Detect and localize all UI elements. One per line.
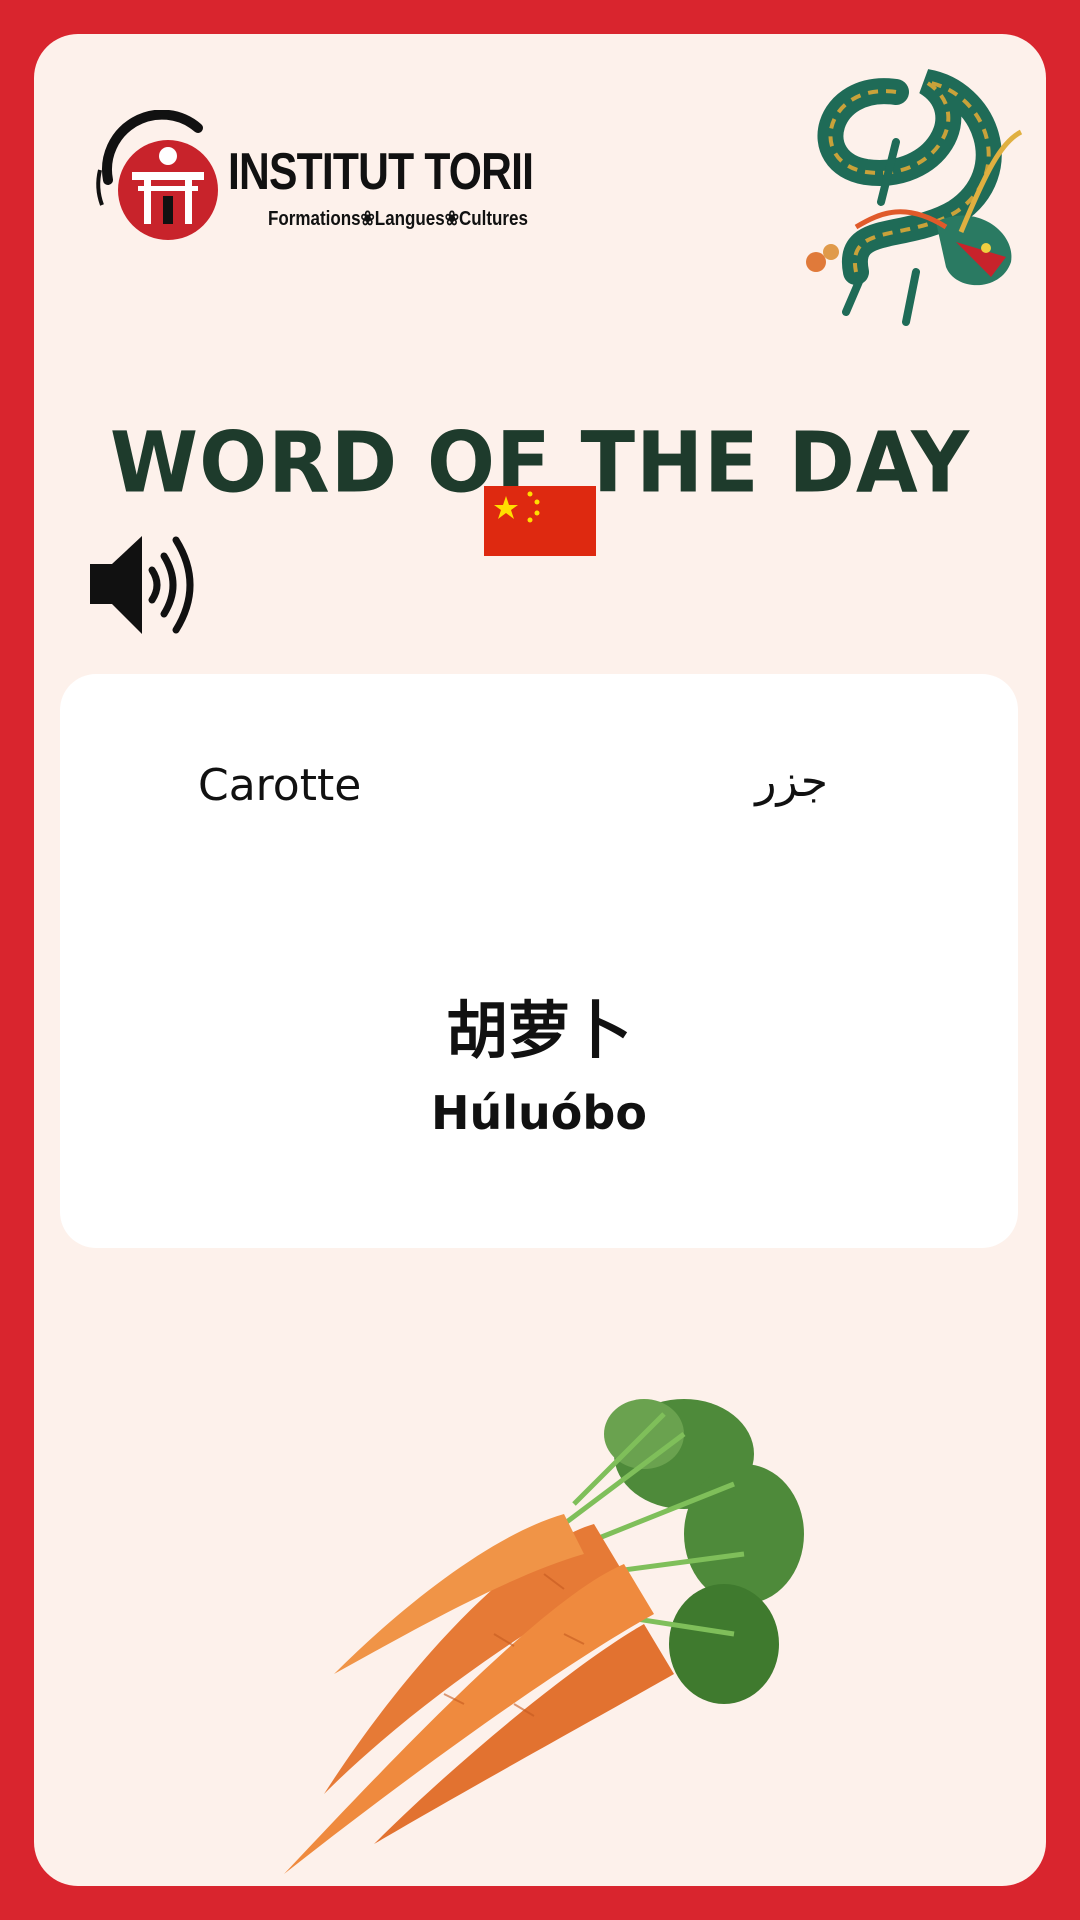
arabic-word: جزر — [755, 756, 828, 807]
logo-tagline: Formations❀Langues❀Cultures — [268, 208, 528, 230]
card: INSTITUT TORII Formations❀Langues❀Cultur… — [34, 34, 1046, 1886]
chinese-word: 胡萝卜 — [445, 994, 632, 1067]
dragon-icon — [806, 69, 1023, 326]
logo-name: INSTITUT TORII — [228, 143, 534, 201]
speaker-icon[interactable] — [86, 530, 206, 640]
institut-torii-logo: INSTITUT TORII Formations❀Langues❀Cultur… — [88, 110, 538, 240]
french-word: Carotte — [198, 760, 362, 811]
china-flag-icon — [484, 486, 596, 556]
carrots-image — [284, 1399, 804, 1874]
torii-gate-icon — [96, 110, 218, 240]
pinyin-word: Húluóbo — [431, 1086, 647, 1140]
word-panel: Carotte جزر 胡萝卜 Húluóbo — [60, 674, 1018, 1248]
